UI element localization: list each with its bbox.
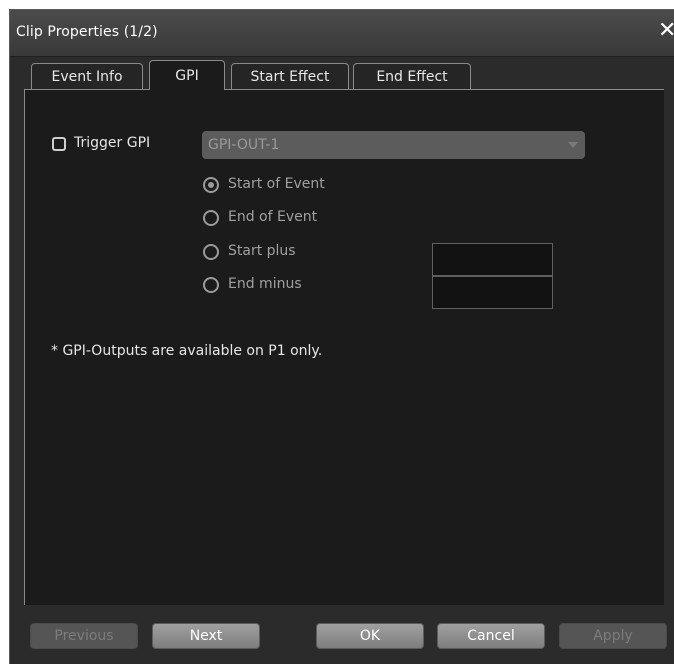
next-button[interactable]: Next [152, 623, 260, 649]
trigger-gpi-label: Trigger GPI [74, 135, 151, 151]
gpi-output-select[interactable]: GPI-OUT-1 [202, 131, 585, 159]
tab-event-info[interactable]: Event Info [31, 63, 143, 89]
previous-button[interactable]: Previous [30, 623, 138, 649]
chevron-down-icon [568, 142, 578, 148]
start-plus-time-field[interactable] [432, 243, 553, 276]
gpi-availability-note: * GPI-Outputs are available on P1 only. [51, 343, 323, 359]
radio-start-plus-label: Start plus [228, 243, 296, 259]
apply-button[interactable]: Apply [559, 623, 667, 649]
end-minus-time-field[interactable] [432, 276, 553, 309]
radio-end-minus[interactable] [203, 277, 219, 293]
radio-end-minus-label: End minus [228, 276, 302, 292]
radio-start-of-event[interactable] [203, 177, 219, 193]
radio-end-of-event[interactable] [203, 210, 219, 226]
title-bar[interactable]: Clip Properties (1/2) ✕ [10, 10, 674, 57]
radio-selected-dot [208, 182, 214, 188]
radio-end-of-event-label: End of Event [228, 209, 318, 225]
tab-end-effect[interactable]: End Effect [353, 63, 471, 89]
close-icon[interactable]: ✕ [658, 18, 674, 43]
ok-button[interactable]: OK [316, 623, 424, 649]
gpi-output-value: GPI-OUT-1 [208, 137, 280, 153]
trigger-gpi-checkbox[interactable] [52, 137, 66, 151]
radio-start-of-event-label: Start of Event [228, 176, 325, 192]
radio-start-plus[interactable] [203, 244, 219, 260]
tab-start-effect[interactable]: Start Effect [231, 63, 349, 89]
tab-gpi[interactable]: GPI [149, 60, 225, 90]
dialog-title: Clip Properties (1/2) [16, 24, 158, 40]
cancel-button[interactable]: Cancel [437, 623, 545, 649]
